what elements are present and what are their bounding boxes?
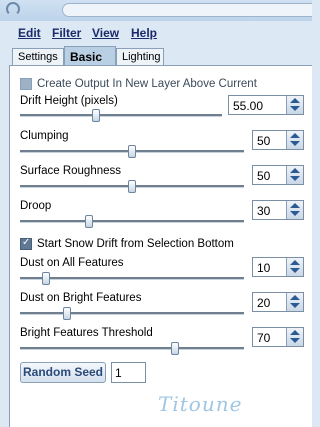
tab-settings[interactable]: Settings [12,48,64,65]
menu-bar: Edit Filter View Help [0,24,312,44]
arrow-down-icon[interactable] [290,268,300,273]
tab-bar: Settings Basic Lighting [0,46,312,66]
arrow-up-icon[interactable] [290,133,300,138]
droop-spinbox[interactable]: 30 [252,200,304,220]
slider-track [20,114,222,117]
arrow-down-icon[interactable] [290,106,300,111]
drift-height-spinbox[interactable]: 55.00 [228,95,304,115]
slider-thumb[interactable] [128,145,136,158]
arrow-down-icon[interactable] [290,176,300,181]
menu-help[interactable]: Help [131,26,157,40]
arrow-up-icon[interactable] [290,203,300,208]
arrow-down-icon[interactable] [290,338,300,343]
dust-bright-spinbox[interactable]: 20 [252,292,304,312]
slider-track [20,312,244,315]
slider-track [20,277,244,280]
seed-input[interactable]: 1 [111,362,146,383]
create-output-checkbox[interactable] [20,78,32,90]
dust-all-label: Dust on All Features [20,257,124,269]
drift-height-value[interactable]: 55.00 [233,99,263,113]
clumping-spinbox[interactable]: 50 [252,130,304,150]
arrow-up-icon[interactable] [290,295,300,300]
menu-filter[interactable]: Filter [52,26,81,40]
arrow-down-icon[interactable] [290,303,300,308]
clumping-slider[interactable] [20,145,244,160]
slider-thumb[interactable] [171,342,179,355]
clumping-value[interactable]: 50 [257,134,270,148]
surface-roughness-spinbox[interactable]: 50 [252,165,304,185]
droop-value[interactable]: 30 [257,204,270,218]
spin-buttons[interactable] [286,201,303,219]
tab-basic[interactable]: Basic [64,46,116,66]
dust-bright-value[interactable]: 20 [257,296,270,310]
bright-threshold-slider[interactable] [20,342,244,357]
surface-roughness-value[interactable]: 50 [257,169,270,183]
dust-all-slider[interactable] [20,272,244,287]
slider-thumb[interactable] [63,307,71,320]
dust-bright-slider[interactable] [20,307,244,322]
slider-track [20,220,244,223]
spin-buttons[interactable] [286,293,303,311]
app-icon[interactable] [6,2,20,16]
spin-buttons[interactable] [286,328,303,346]
slider-thumb[interactable] [85,215,93,228]
snow-drift-label: Start Snow Drift from Selection Bottom [37,238,234,250]
arrow-up-icon[interactable] [290,260,300,265]
drift-height-label: Drift Height (pixels) [20,95,118,107]
title-bar [0,0,312,21]
slider-thumb[interactable] [42,272,50,285]
arrow-down-icon[interactable] [290,141,300,146]
dust-all-value[interactable]: 10 [257,261,270,275]
droop-label: Droop [20,200,52,212]
arrow-down-icon[interactable] [290,211,300,216]
clumping-label: Clumping [20,130,69,142]
snow-drift-checkbox[interactable] [20,237,32,250]
arrow-up-icon[interactable] [290,330,300,335]
surface-roughness-label: Surface Roughness [20,165,122,177]
spin-buttons[interactable] [286,258,303,276]
slider-thumb[interactable] [92,109,100,122]
bright-threshold-spinbox[interactable]: 70 [252,327,304,347]
droop-slider[interactable] [20,215,244,230]
spin-buttons[interactable] [286,96,303,114]
slider-thumb[interactable] [128,180,136,193]
arrow-up-icon[interactable] [290,168,300,173]
watermark-signature: Titoune [158,392,243,416]
bright-threshold-value[interactable]: 70 [257,331,270,345]
title-field [62,3,312,17]
dust-bright-label: Dust on Bright Features [20,292,142,304]
arrow-up-icon[interactable] [290,98,300,103]
slider-track [20,347,244,350]
bright-threshold-label: Bright Features Threshold [20,327,153,339]
spin-buttons[interactable] [286,131,303,149]
tab-lighting[interactable]: Lighting [116,48,164,65]
drift-height-slider[interactable] [20,109,222,124]
surface-roughness-slider[interactable] [20,180,244,195]
spin-buttons[interactable] [286,166,303,184]
dust-all-spinbox[interactable]: 10 [252,257,304,277]
create-output-label: Create Output In New Layer Above Current [37,78,257,90]
menu-edit[interactable]: Edit [18,26,41,40]
menu-view[interactable]: View [92,26,119,40]
random-seed-button[interactable]: Random Seed [20,362,106,383]
